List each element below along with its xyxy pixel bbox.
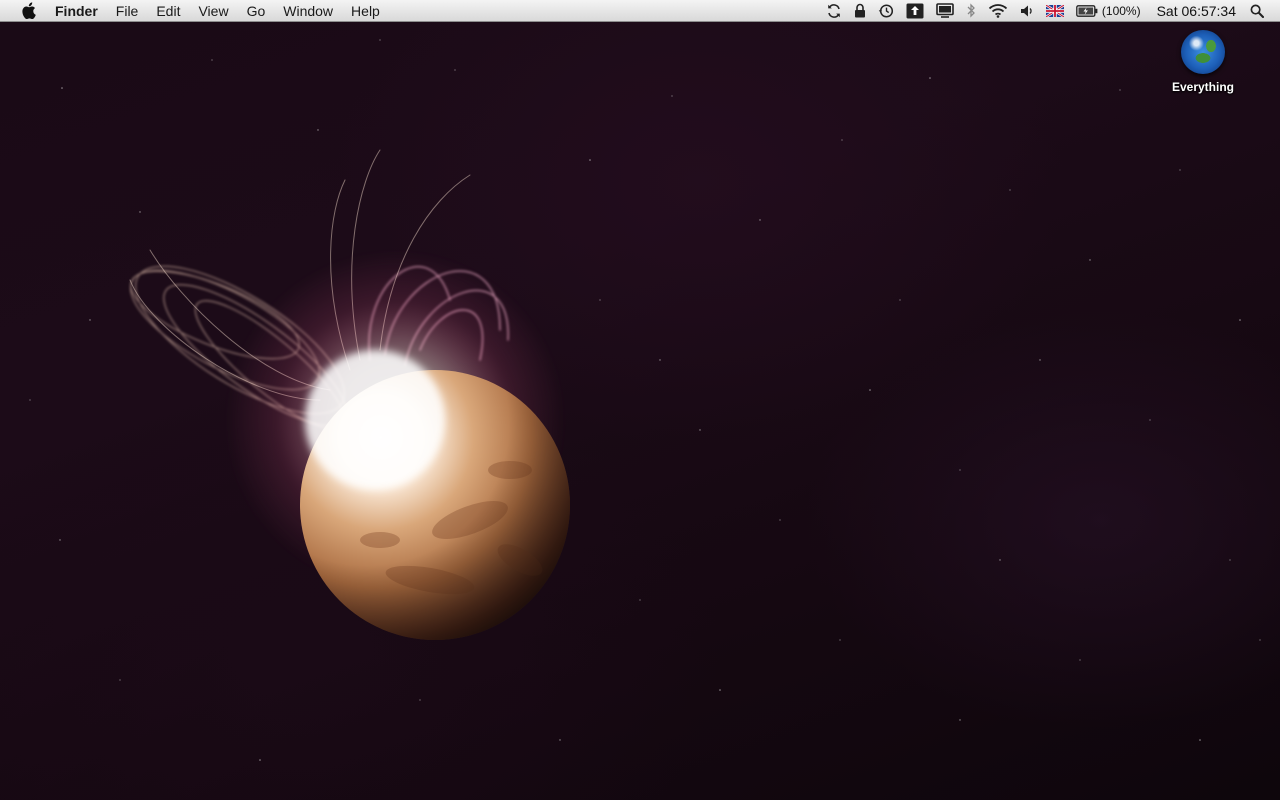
bluetooth-icon[interactable] xyxy=(960,0,982,22)
desktop-icon-label: Everything xyxy=(1171,80,1234,94)
menu-clock[interactable]: Sat 06:57:34 xyxy=(1147,0,1244,22)
volume-icon[interactable] xyxy=(1014,0,1040,22)
menu-app-finder[interactable]: Finder xyxy=(46,0,107,22)
battery-status[interactable]: (100%) xyxy=(1070,0,1147,22)
battery-icon xyxy=(1076,4,1098,17)
desktop-wallpaper xyxy=(0,0,1280,800)
menu-file[interactable]: File xyxy=(107,0,148,22)
spotlight-icon[interactable] xyxy=(1244,0,1270,22)
menu-help[interactable]: Help xyxy=(342,0,389,22)
apple-logo-icon[interactable] xyxy=(18,0,38,22)
starfield xyxy=(29,39,1261,761)
lock-icon[interactable] xyxy=(848,0,872,22)
menu-view[interactable]: View xyxy=(189,0,237,22)
uk-flag-icon[interactable] xyxy=(1040,0,1070,22)
globe-icon xyxy=(1181,30,1225,74)
time-machine-icon[interactable] xyxy=(872,0,900,22)
desktop-icon-everything[interactable]: Everything xyxy=(1160,30,1246,94)
menu-go[interactable]: Go xyxy=(238,0,275,22)
menu-window[interactable]: Window xyxy=(274,0,342,22)
menu-edit[interactable]: Edit xyxy=(147,0,189,22)
sync-icon[interactable] xyxy=(820,0,848,22)
ftp-upload-icon[interactable] xyxy=(900,0,930,22)
battery-percentage: (100%) xyxy=(1101,3,1141,18)
display-icon[interactable] xyxy=(930,0,960,22)
wifi-icon[interactable] xyxy=(982,0,1014,22)
menu-bar: Finder File Edit View Go Window Help (10… xyxy=(0,0,1280,22)
wallpaper-art xyxy=(29,39,1261,761)
flare-hotspot xyxy=(305,350,445,490)
menu-bar-left: Finder File Edit View Go Window Help xyxy=(0,0,389,22)
menu-bar-status-area: (100%) Sat 06:57:34 xyxy=(820,0,1280,22)
